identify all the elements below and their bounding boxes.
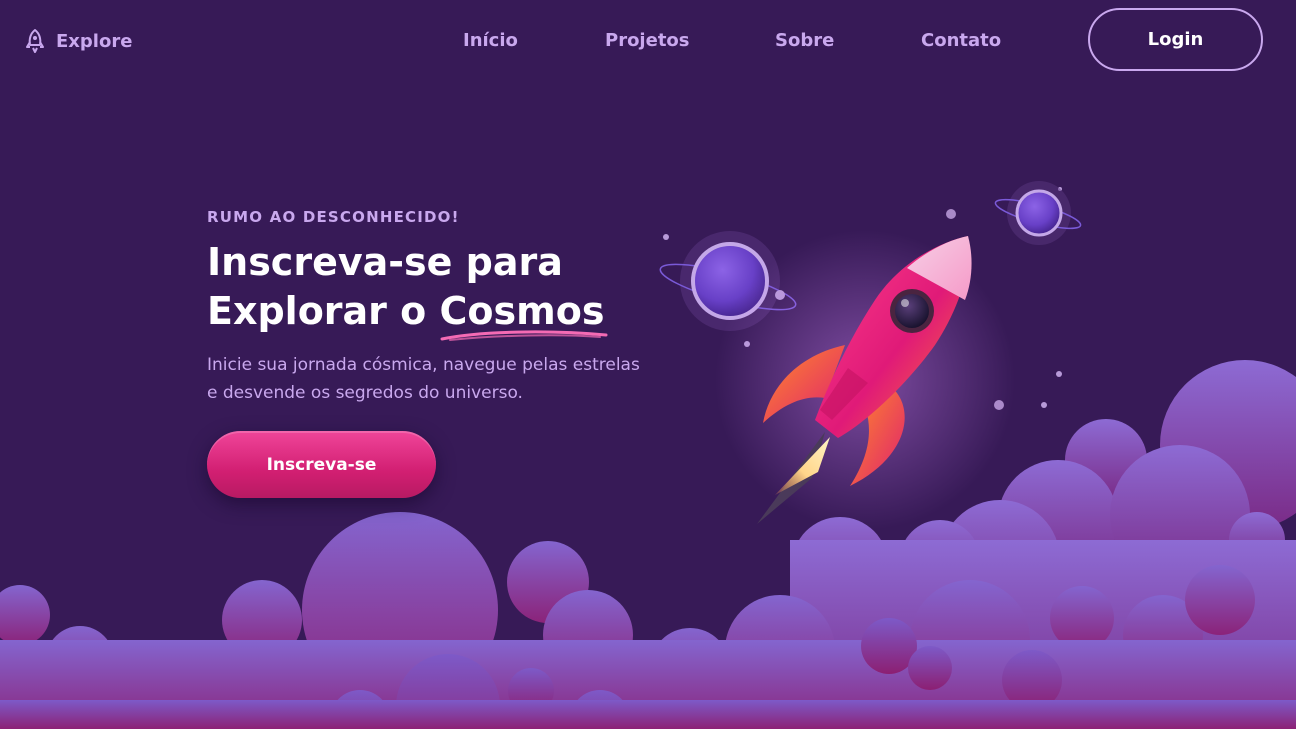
hero-headline: Inscreva-se para Explorar o Cosmos xyxy=(207,238,607,341)
headline-line-2: Explorar o Cosmos xyxy=(207,287,607,341)
headline-line-1: Inscreva-se para xyxy=(207,240,563,284)
hero-eyebrow: RUMO AO DESCONHECIDO! xyxy=(207,208,460,226)
signup-button[interactable]: Inscreva-se xyxy=(207,431,436,498)
brand-logo[interactable]: Explore xyxy=(24,28,132,54)
headline-prefix: Explorar o xyxy=(207,289,440,333)
headline-highlight: Cosmos xyxy=(439,287,607,341)
landing-page: Explore Início Projetos Sobre Contato Lo… xyxy=(0,0,1296,729)
nav-link-sobre[interactable]: Sobre xyxy=(775,30,834,51)
login-button[interactable]: Login xyxy=(1088,8,1263,71)
nav-link-contato[interactable]: Contato xyxy=(921,30,1001,51)
planet-small xyxy=(994,181,1082,245)
brand-name: Explore xyxy=(56,30,133,52)
rocket-icon xyxy=(24,28,46,54)
headline-highlight-text: Cosmos xyxy=(439,289,605,333)
space-illustration xyxy=(0,181,1296,729)
rocket-illustration xyxy=(715,230,1015,530)
highlight-underline xyxy=(440,330,607,341)
nav-link-inicio[interactable]: Início xyxy=(463,30,518,51)
hero-subtitle: Inicie sua jornada cósmica, navegue pela… xyxy=(207,355,640,403)
nav-link-projetos[interactable]: Projetos xyxy=(605,30,690,51)
